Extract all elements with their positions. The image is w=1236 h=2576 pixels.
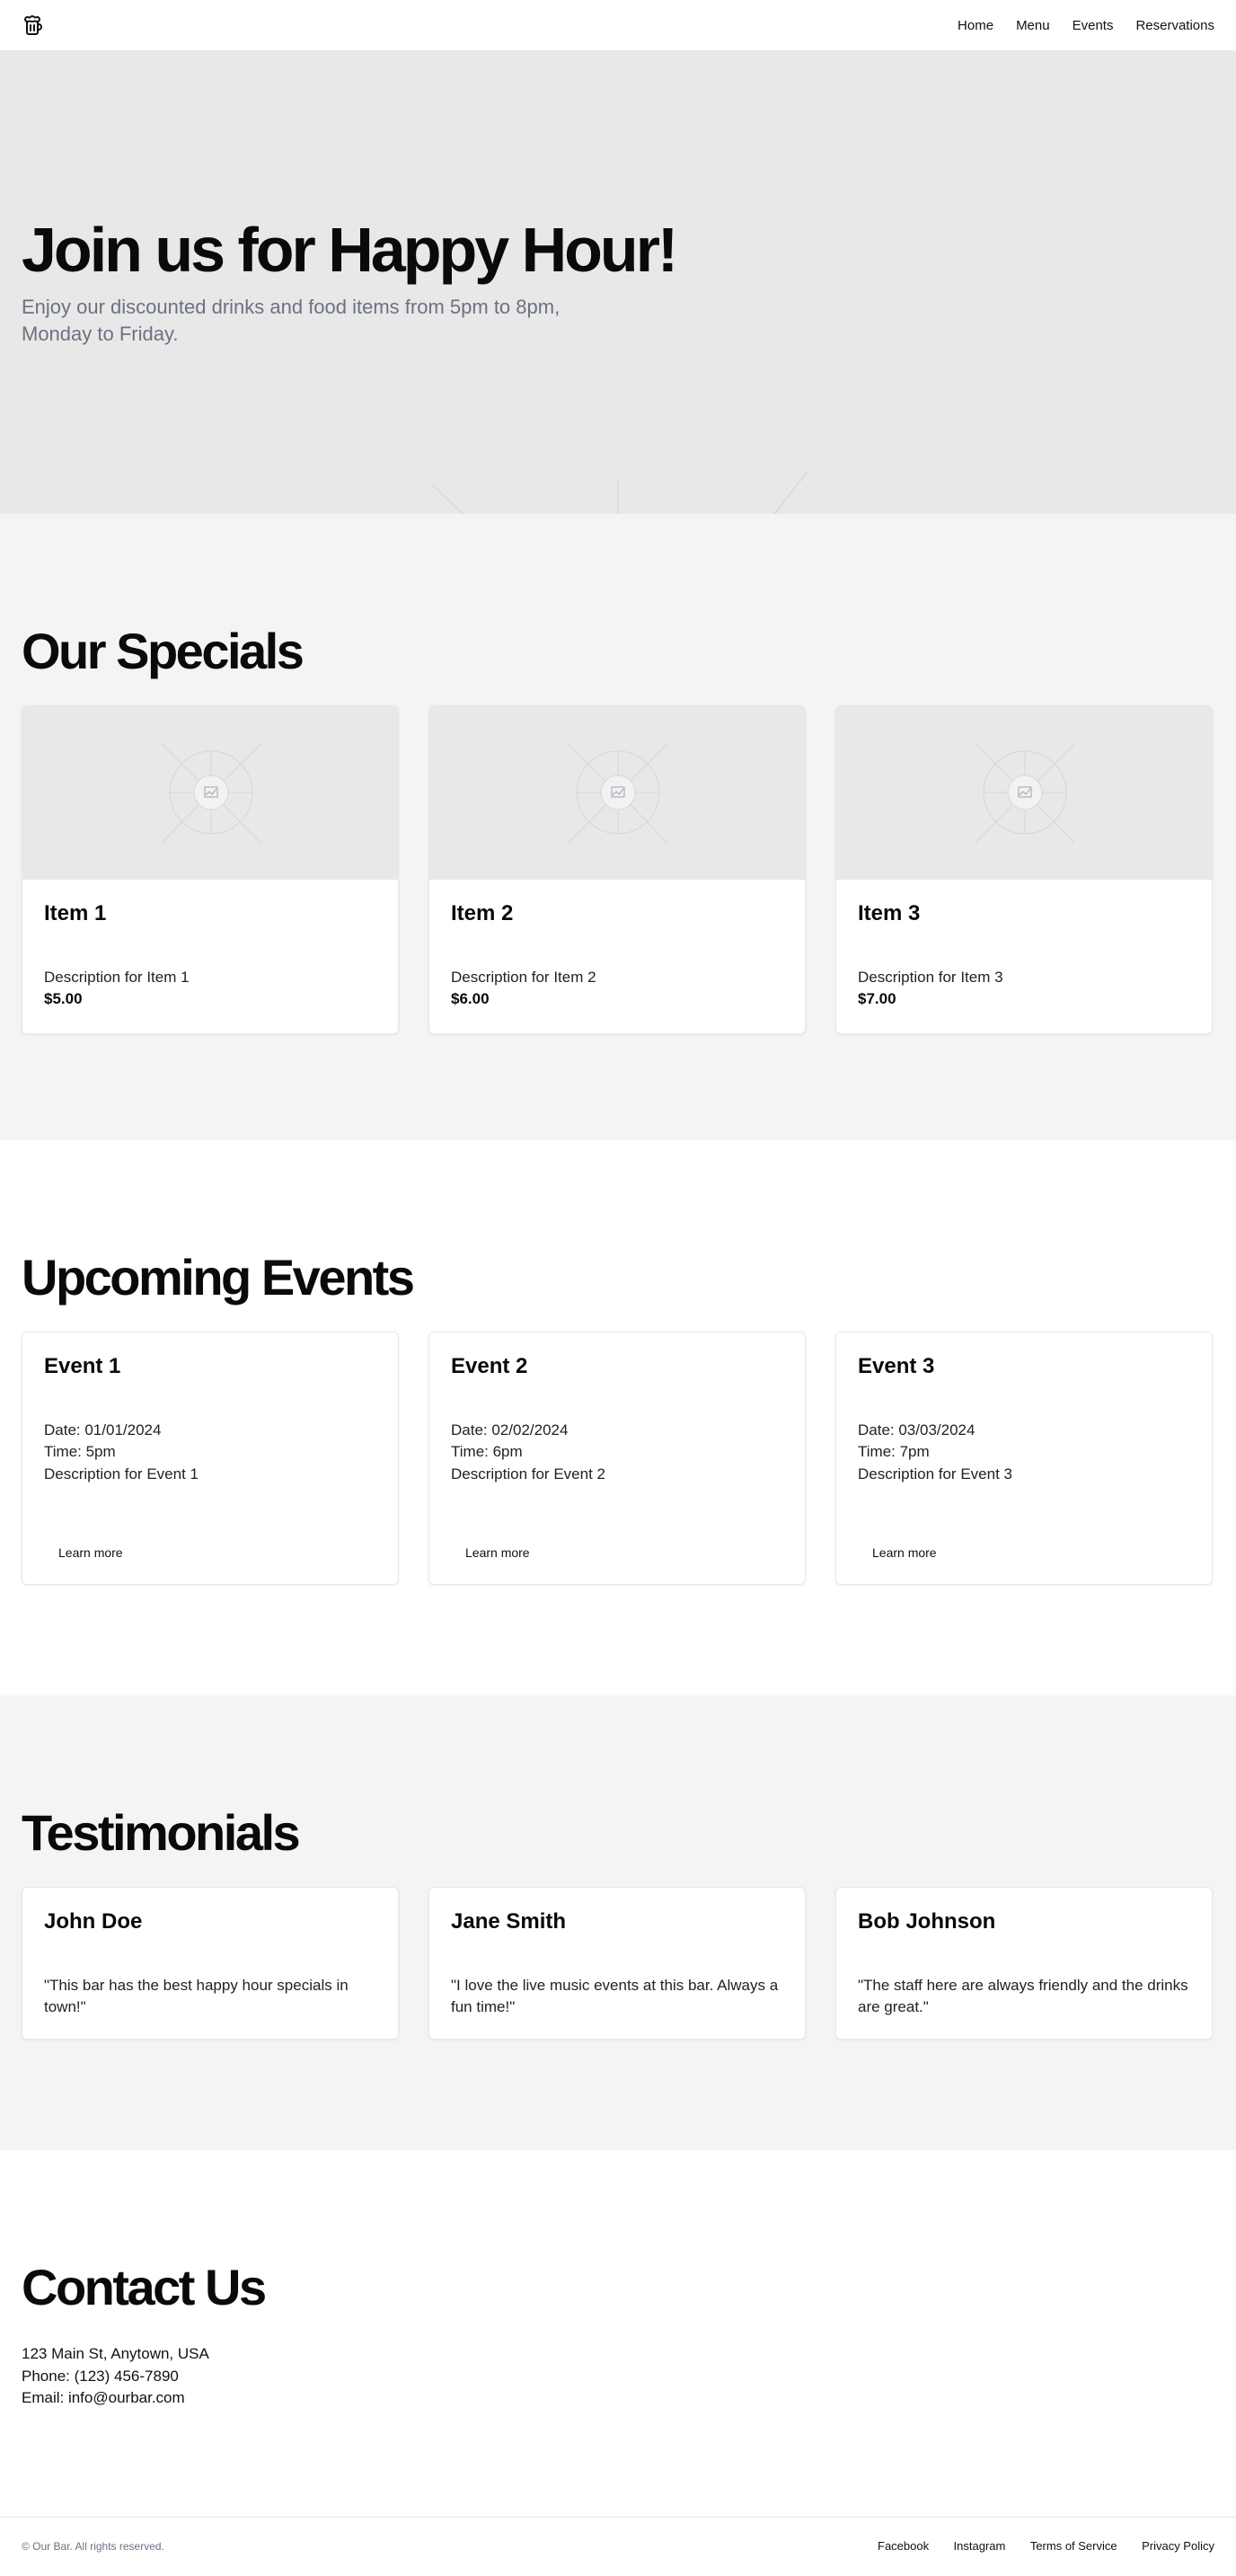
special-description: Description for Item 3 <box>858 968 1003 986</box>
testimonial-quote: "The staff here are always friendly and … <box>858 1976 1188 2016</box>
event-name: Event 3 <box>858 1354 935 1378</box>
copyright-text: © Our Bar. All rights reserved. <box>22 2539 164 2553</box>
special-image <box>22 706 398 880</box>
hero-content: Join us for Happy Hour! Enjoy our discou… <box>22 215 678 347</box>
testimonial-card: Bob Johnson "The staff here are always f… <box>835 1887 1213 2040</box>
nav-menu[interactable]: Menu <box>1016 18 1050 33</box>
testimonial-quote: "I love the live music events at this ba… <box>451 1976 779 2016</box>
testimonial-card: Jane Smith "I love the live music events… <box>428 1887 806 2040</box>
contact-address: 123 Main St, Anytown, USA <box>22 2345 209 2362</box>
hero-section: Join us for Happy Hour! Enjoy our discou… <box>0 51 1236 514</box>
contact-phone: Phone: (123) 456-7890 <box>22 2367 179 2385</box>
learn-more-button[interactable]: Learn more <box>858 1538 951 1567</box>
specials-title: Our Specials <box>22 623 305 679</box>
special-description: Description for Item 1 <box>44 968 190 986</box>
event-card: Event 1 Date: 01/01/2024 Time: 5pm Descr… <box>22 1332 399 1585</box>
image-placeholder-icon <box>161 743 261 844</box>
event-date: Date: 01/01/2024 <box>44 1421 162 1438</box>
events-title: Upcoming Events <box>22 1249 415 1306</box>
special-card-body: Item 3 Description for Item 3 $7.00 <box>836 880 1212 1033</box>
event-card: Event 3 Date: 03/03/2024 Time: 7pm Descr… <box>835 1332 1213 1585</box>
special-price: $5.00 <box>44 990 83 1008</box>
nav-events[interactable]: Events <box>1073 18 1114 33</box>
footer-link-privacy[interactable]: Privacy Policy <box>1142 2539 1214 2553</box>
contact-title: Contact Us <box>22 2259 267 2315</box>
event-time: Time: 6pm <box>451 1443 523 1461</box>
event-time: Time: 5pm <box>44 1443 116 1461</box>
image-placeholder-icon <box>975 743 1075 844</box>
site-header: Home Menu Events Reservations <box>0 0 1236 51</box>
footer-links: Facebook Instagram Terms of Service Priv… <box>857 2538 1214 2554</box>
nav-reservations[interactable]: Reservations <box>1135 18 1214 33</box>
contact-section: Contact Us 123 Main St, Anytown, USA Pho… <box>0 2150 1236 2517</box>
nav-home[interactable]: Home <box>958 18 993 33</box>
beer-mug-icon[interactable] <box>22 13 45 37</box>
event-date: Date: 03/03/2024 <box>858 1421 976 1438</box>
footer-link-terms[interactable]: Terms of Service <box>1030 2539 1117 2553</box>
special-price: $6.00 <box>451 990 490 1008</box>
site-footer: © Our Bar. All rights reserved. Facebook… <box>0 2517 1236 2574</box>
event-description: Description for Event 1 <box>44 1465 199 1483</box>
event-time: Time: 7pm <box>858 1443 930 1461</box>
event-date: Date: 02/02/2024 <box>451 1421 569 1438</box>
testimonial-card: John Doe "This bar has the best happy ho… <box>22 1887 399 2040</box>
special-card[interactable]: Item 1 Description for Item 1 $5.00 <box>22 705 399 1035</box>
special-name: Item 3 <box>858 901 921 925</box>
footer-link-facebook[interactable]: Facebook <box>878 2539 929 2553</box>
special-price: $7.00 <box>858 990 896 1008</box>
special-name: Item 2 <box>451 901 514 925</box>
special-name: Item 1 <box>44 901 107 925</box>
testimonial-quote: "This bar has the best happy hour specia… <box>44 1976 349 2016</box>
special-image <box>836 706 1212 880</box>
specials-section: Our Specials Item 1 Description for Item… <box>0 514 1236 1140</box>
events-grid: Event 1 Date: 01/01/2024 Time: 5pm Descr… <box>22 1332 1214 1585</box>
special-description: Description for Item 2 <box>451 968 596 986</box>
contact-email: Email: info@ourbar.com <box>22 2389 185 2407</box>
footer-link-instagram[interactable]: Instagram <box>954 2539 1006 2553</box>
hero-subtitle: Enjoy our discounted drinks and food ite… <box>22 296 561 345</box>
event-description: Description for Event 2 <box>451 1465 605 1483</box>
testimonial-author: Bob Johnson <box>858 1909 996 1934</box>
special-card[interactable]: Item 3 Description for Item 3 $7.00 <box>835 705 1213 1035</box>
hero-title: Join us for Happy Hour! <box>22 215 678 285</box>
testimonials-section: Testimonials John Doe "This bar has the … <box>0 1695 1236 2150</box>
learn-more-button[interactable]: Learn more <box>451 1538 544 1567</box>
event-name: Event 2 <box>451 1354 528 1378</box>
special-card-body: Item 2 Description for Item 2 $6.00 <box>429 880 805 1033</box>
testimonials-grid: John Doe "This bar has the best happy ho… <box>22 1887 1214 2040</box>
testimonials-title: Testimonials <box>22 1804 301 1861</box>
testimonial-author: John Doe <box>44 1909 143 1934</box>
main-nav: Home Menu Events Reservations <box>935 18 1214 33</box>
testimonial-author: Jane Smith <box>451 1909 567 1934</box>
contact-details: 123 Main St, Anytown, USA Phone: (123) 4… <box>22 2343 1214 2410</box>
event-name: Event 1 <box>44 1354 121 1378</box>
special-image <box>429 706 805 880</box>
image-placeholder-icon <box>568 743 668 844</box>
event-card: Event 2 Date: 02/02/2024 Time: 6pm Descr… <box>428 1332 806 1585</box>
events-section: Upcoming Events Event 1 Date: 01/01/2024… <box>0 1140 1236 1695</box>
event-description: Description for Event 3 <box>858 1465 1012 1483</box>
special-card-body: Item 1 Description for Item 1 $5.00 <box>22 880 398 1033</box>
specials-grid: Item 1 Description for Item 1 $5.00 Item… <box>22 705 1214 1035</box>
special-card[interactable]: Item 2 Description for Item 2 $6.00 <box>428 705 806 1035</box>
learn-more-button[interactable]: Learn more <box>44 1538 137 1567</box>
